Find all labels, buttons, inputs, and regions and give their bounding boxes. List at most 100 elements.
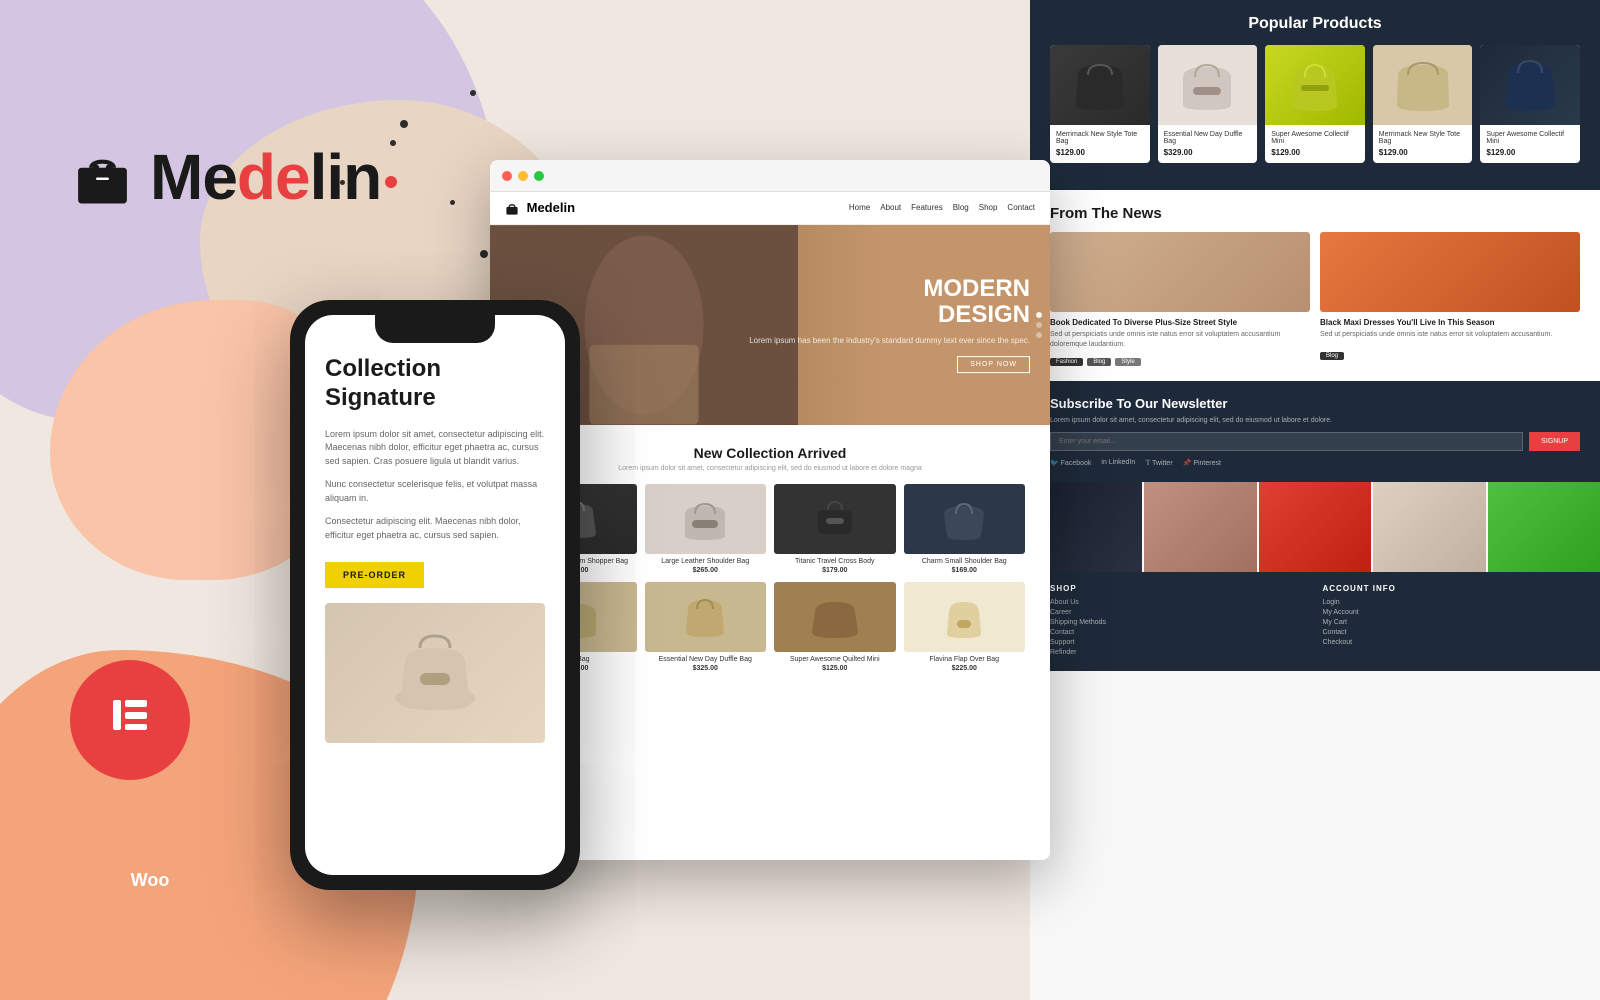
product-name-2: Large Leather Shoulder Bag	[645, 558, 767, 565]
products-grid-row2: Tote Bag $129.00 Essential New Day Duffl…	[505, 582, 1035, 672]
nav-home[interactable]: Home	[849, 203, 870, 212]
newsletter-title: Subscribe To Our Newsletter	[1050, 396, 1580, 411]
popular-product-name-4: Merrimack New Style Tote Bag	[1379, 131, 1467, 145]
social-twitter[interactable]: 𝕋 Twitter	[1145, 459, 1172, 467]
footer-link-career[interactable]: Career	[1050, 609, 1308, 616]
newsletter-section: Subscribe To Our Newsletter Lorem ipsum …	[1030, 381, 1600, 482]
news-tags-2: Blog	[1320, 344, 1580, 362]
browser-close[interactable]	[502, 171, 512, 181]
products-grid: New Model Medium Shopper Bag $249.00 Lar…	[505, 484, 1035, 574]
newsletter-signup-button[interactable]: SIGNUP	[1529, 432, 1580, 451]
product-thumb-4	[904, 484, 1026, 554]
footer-shop-title: SHOP	[1050, 584, 1308, 593]
logo-dot-accent	[385, 176, 397, 188]
insta-3	[1259, 482, 1371, 572]
nav-blog[interactable]: Blog	[953, 203, 969, 212]
product-thumb-8	[904, 582, 1026, 652]
social-links: 🐦 Facebook in LinkedIn 𝕋 Twitter 📌 Pinte…	[1050, 459, 1580, 467]
footer-link-contact-2[interactable]: Contact	[1323, 629, 1581, 636]
product-name-8: Flavina Flap Over Bag	[904, 656, 1026, 663]
news-item-1: Book Dedicated To Diverse Plus-Size Stre…	[1050, 232, 1310, 366]
nav-contact[interactable]: Contact	[1007, 203, 1035, 212]
footer-col-shop: SHOP About Us Career Shipping Methods Co…	[1050, 584, 1308, 659]
footer-link-refinder[interactable]: Refinder	[1050, 649, 1308, 656]
news-tag-blog: Blog	[1087, 358, 1111, 366]
footer-link-my-account[interactable]: My Account	[1323, 609, 1581, 616]
woo-label: Woo	[131, 870, 170, 891]
news-thumb-1	[1050, 232, 1310, 312]
woo-badge: Woo	[90, 820, 210, 940]
footer-link-about[interactable]: About Us	[1050, 599, 1308, 606]
browser-minimize[interactable]	[518, 171, 528, 181]
dot-active[interactable]	[1036, 312, 1042, 318]
social-linkedin[interactable]: in LinkedIn	[1101, 459, 1135, 467]
popular-product-info-1: Merrimack New Style Tote Bag $129.00	[1050, 125, 1150, 163]
footer-link-support[interactable]: Support	[1050, 639, 1308, 646]
logo-de: de	[237, 141, 310, 213]
popular-product-5: Super Awesome Collectif Mini $129.00	[1480, 45, 1580, 163]
logo-lin: lin	[310, 141, 382, 213]
popular-product-info-5: Super Awesome Collectif Mini $129.00	[1480, 125, 1580, 163]
phone-notch	[375, 315, 495, 343]
popular-product-img-1	[1050, 45, 1150, 125]
news-section-title: From The News	[1050, 205, 1580, 222]
logo-text: Medelin	[150, 140, 397, 214]
hero-shop-now-button[interactable]: SHOP NOW	[957, 356, 1030, 373]
dot-inactive-2[interactable]	[1036, 332, 1042, 338]
phone-para-2: Nunc consectetur scelerisque felis, et v…	[325, 478, 545, 505]
product-price-8: $225.00	[904, 665, 1026, 672]
social-facebook[interactable]: 🐦 Facebook	[1050, 459, 1091, 467]
popular-products-title: Popular Products	[1050, 15, 1580, 33]
footer-link-my-cart[interactable]: My Cart	[1323, 619, 1581, 626]
popular-product-info-2: Essential New Day Duffle Bag $329.00	[1158, 125, 1258, 163]
hero-text: MODERN DESIGN Lorem ipsum has been the i…	[749, 276, 1030, 374]
product-item-3: Titanic Travel Cross Body $179.00	[774, 484, 896, 574]
product-name-4: Charm Small Shoulder Bag	[904, 558, 1026, 565]
news-title-1: Book Dedicated To Diverse Plus-Size Stre…	[1050, 318, 1310, 327]
footer-link-shipping[interactable]: Shipping Methods	[1050, 619, 1308, 626]
hero-title: MODERN DESIGN	[749, 276, 1030, 329]
footer-link-contact[interactable]: Contact	[1050, 629, 1308, 636]
footer-section: SHOP About Us Career Shipping Methods Co…	[1030, 572, 1600, 671]
popular-product-1: Merrimack New Style Tote Bag $129.00	[1050, 45, 1150, 163]
phone-para-3: Consectetur adipiscing elit. Maecenas ni…	[325, 515, 545, 542]
phone-preorder-button[interactable]: PRE-ORDER	[325, 562, 424, 588]
phone-frame: Collection Signature Lorem ipsum dolor s…	[290, 300, 580, 890]
product-price-2: $265.00	[645, 567, 767, 574]
footer-link-checkout[interactable]: Checkout	[1323, 639, 1581, 646]
popular-product-name-2: Essential New Day Duffle Bag	[1164, 131, 1252, 145]
nav-shop[interactable]: Shop	[979, 203, 998, 212]
insta-5	[1488, 482, 1600, 572]
news-tags-1: Fashion Blog Style	[1050, 354, 1310, 366]
popular-product-3: Super Awesome Collectif Mini $129.00	[1265, 45, 1365, 163]
product-thumb-7	[774, 582, 896, 652]
newsletter-subtitle: Lorem ipsum dolor sit amet, consectetur …	[1050, 417, 1580, 424]
product-thumb-3	[774, 484, 896, 554]
popular-product-img-3	[1265, 45, 1365, 125]
news-tag-style: Style	[1115, 358, 1140, 366]
dot-inactive-1[interactable]	[1036, 322, 1042, 328]
hero-carousel-dots	[1036, 312, 1042, 338]
popular-product-info-4: Merrimack New Style Tote Bag $129.00	[1373, 125, 1473, 163]
product-item-2: Large Leather Shoulder Bag $265.00	[645, 484, 767, 574]
news-text-2: Sed ut perspiciatis unde omnis iste natu…	[1320, 330, 1580, 340]
product-thumb-6	[645, 582, 767, 652]
logo-me: Me	[150, 141, 237, 213]
desktop-preview-panel: Popular Products Merrimack New Style Tot…	[1030, 0, 1600, 1000]
popular-product-price-3: $129.00	[1271, 148, 1359, 157]
product-thumb-2	[645, 484, 767, 554]
newsletter-email-input[interactable]	[1050, 432, 1523, 451]
hero-title-line2: DESIGN	[938, 301, 1030, 328]
browser-maximize[interactable]	[534, 171, 544, 181]
product-item-8: Flavina Flap Over Bag $225.00	[904, 582, 1026, 672]
nav-about[interactable]: About	[880, 203, 901, 212]
popular-product-price-1: $129.00	[1056, 148, 1144, 157]
nav-features[interactable]: Features	[911, 203, 943, 212]
browser-bar	[490, 160, 1050, 192]
social-pinterest[interactable]: 📌 Pinterest	[1183, 459, 1221, 467]
product-price-3: $179.00	[774, 567, 896, 574]
popular-product-price-5: $129.00	[1486, 148, 1574, 157]
popular-product-price-2: $329.00	[1164, 148, 1252, 157]
phone-screen: Collection Signature Lorem ipsum dolor s…	[305, 315, 565, 875]
footer-link-login[interactable]: Login	[1323, 599, 1581, 606]
